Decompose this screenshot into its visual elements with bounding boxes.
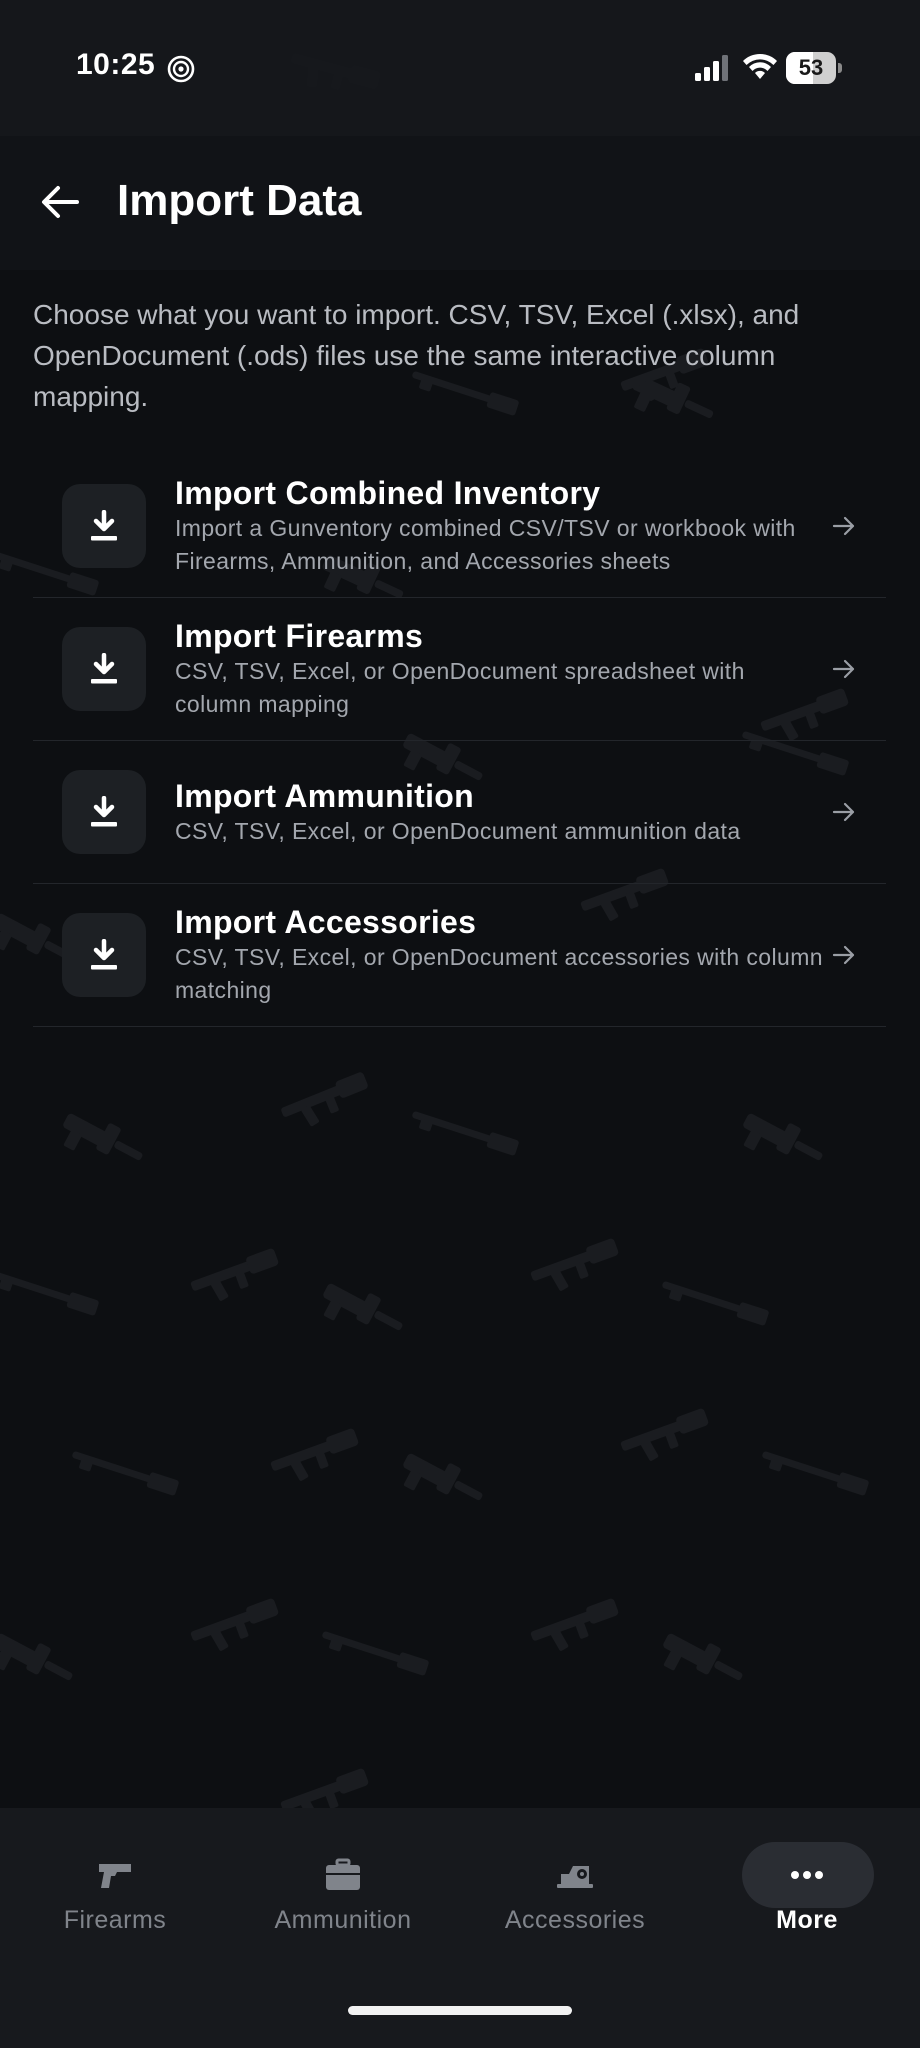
battery-icon: 53 — [786, 52, 842, 84]
item-title: Import Firearms — [175, 618, 424, 654]
download-icon — [91, 653, 117, 684]
ammo-box-icon — [326, 1858, 360, 1890]
tab-accessories[interactable]: Accessories — [460, 1832, 690, 1962]
arrow-right-icon — [830, 512, 858, 540]
pistol-icon — [99, 1864, 131, 1888]
item-text: Import Firearms CSV, TSV, Excel, or Open… — [175, 617, 826, 721]
status-time: 10:25 — [76, 48, 156, 81]
tab-label: Firearms — [63, 1906, 167, 1934]
import-icon-tile — [62, 913, 146, 997]
download-icon — [91, 796, 117, 827]
import-icon-tile — [62, 627, 146, 711]
import-icon-tile — [62, 770, 146, 854]
arrow-right-icon — [830, 941, 858, 969]
wifi-icon — [743, 53, 777, 79]
focus-icon — [167, 55, 195, 83]
item-description: CSV, TSV, Excel, or OpenDocument ammunit… — [175, 817, 741, 844]
main-content: Choose what you want to import. CSV, TSV… — [0, 270, 920, 1027]
import-firearms-item[interactable]: Import Firearms CSV, TSV, Excel, or Open… — [33, 598, 886, 741]
tab-firearms[interactable]: Firearms — [0, 1832, 230, 1962]
tab-more[interactable]: More — [692, 1832, 920, 1962]
item-description: CSV, TSV, Excel, or OpenDocument spreads… — [175, 658, 745, 717]
back-button[interactable] — [30, 172, 90, 232]
home-indicator[interactable] — [348, 2006, 572, 2015]
item-description: Import a Gunventory combined CSV/TSV or … — [175, 515, 796, 574]
item-text: Import Ammunition CSV, TSV, Excel, or Op… — [175, 777, 826, 848]
tab-label: Ammunition — [274, 1906, 412, 1934]
arrow-right-icon — [830, 798, 858, 826]
intro-text: Choose what you want to import. CSV, TSV… — [33, 299, 800, 412]
import-combined-inventory-item[interactable]: Import Combined Inventory Import a Gunve… — [33, 455, 886, 598]
arrow-left-icon — [42, 186, 79, 218]
more-dots-icon — [791, 1871, 823, 1879]
download-icon — [91, 939, 117, 970]
tab-label: Accessories — [504, 1906, 646, 1934]
battery-level: 53 — [798, 55, 824, 80]
arrow-right-icon — [830, 655, 858, 683]
item-text: Import Accessories CSV, TSV, Excel, or O… — [175, 903, 826, 1007]
item-title: Import Accessories — [175, 904, 477, 940]
item-text: Import Combined Inventory Import a Gunve… — [175, 474, 826, 578]
red-dot-sight-icon — [557, 1866, 593, 1888]
app-header: Import Data — [0, 136, 920, 270]
page-title: Import Data — [117, 176, 362, 225]
import-options-list: Import Combined Inventory Import a Gunve… — [33, 455, 886, 1027]
tab-ammunition[interactable]: Ammunition — [228, 1832, 458, 1962]
import-ammunition-item[interactable]: Import Ammunition CSV, TSV, Excel, or Op… — [33, 741, 886, 884]
cellular-signal-icon — [695, 55, 728, 81]
tab-label: More — [776, 1906, 838, 1934]
item-description: CSV, TSV, Excel, or OpenDocument accesso… — [175, 944, 823, 1003]
status-bar: 10:25 53 — [0, 0, 920, 136]
download-icon — [91, 510, 117, 541]
item-title: Import Ammunition — [175, 777, 474, 814]
import-accessories-item[interactable]: Import Accessories CSV, TSV, Excel, or O… — [33, 884, 886, 1027]
import-icon-tile — [62, 484, 146, 568]
item-title: Import Combined Inventory — [175, 475, 601, 511]
